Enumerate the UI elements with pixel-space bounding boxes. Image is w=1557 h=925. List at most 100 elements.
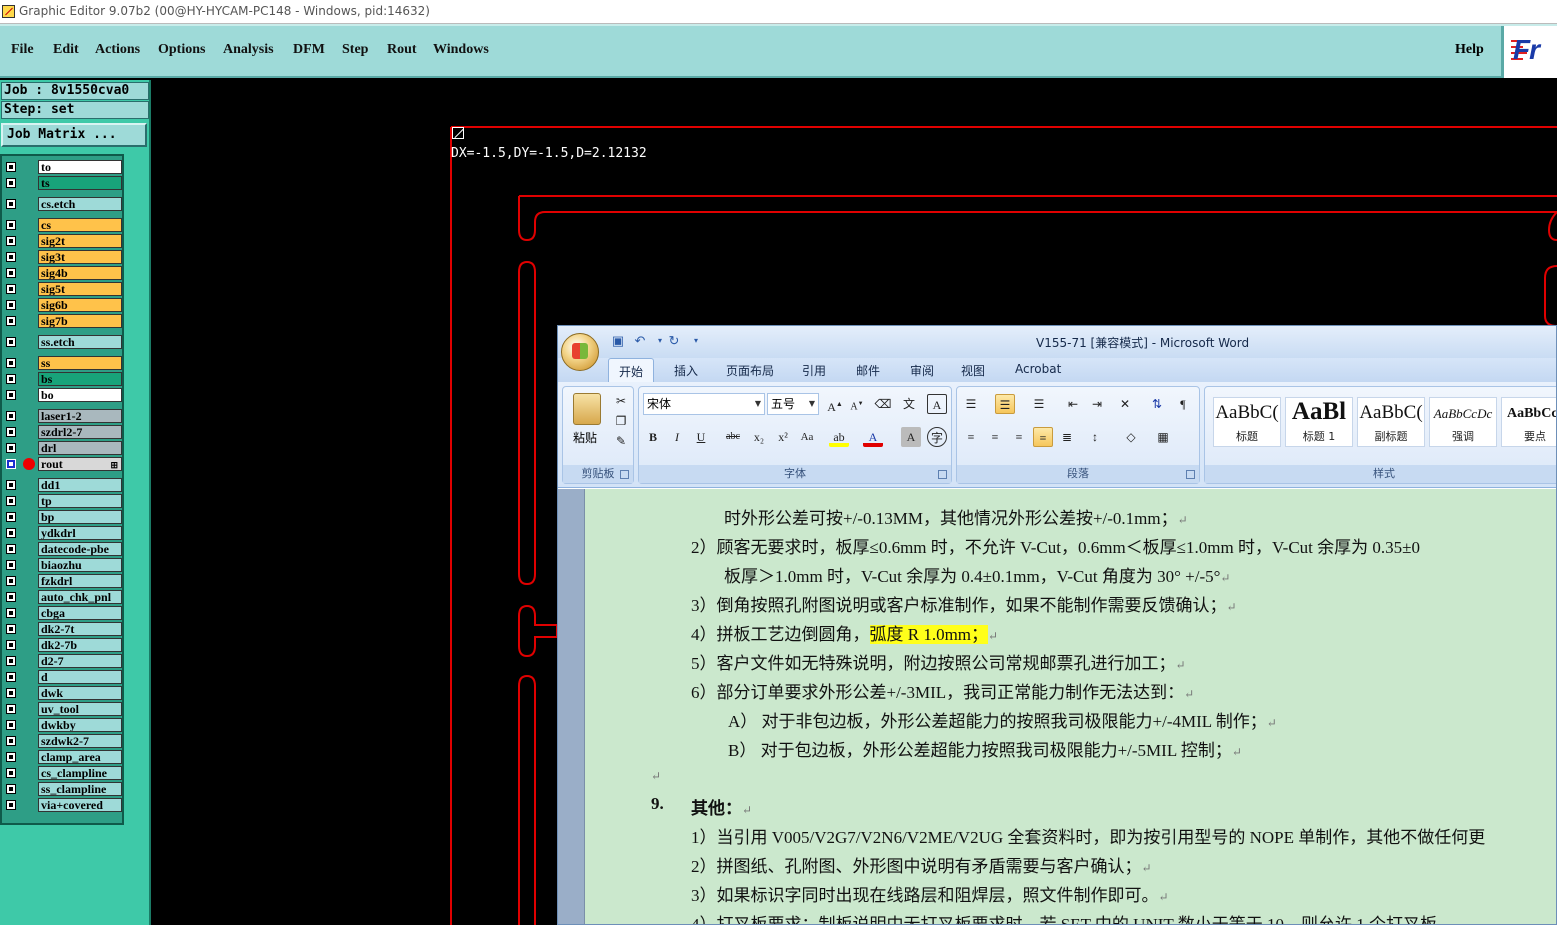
layer-row-auto_chk_pnl[interactable]: auto_chk_pnl [2,589,124,605]
layer-checkbox[interactable] [6,443,16,453]
redo-icon[interactable]: ↻ [666,333,682,349]
copy-icon[interactable]: ❐ [611,411,631,431]
layer-checkbox[interactable] [6,688,16,698]
font-color-icon[interactable]: A [863,427,883,447]
numbering-icon[interactable]: ☰ [995,394,1015,414]
layer-row-d[interactable]: d [2,669,124,685]
layer-checkbox[interactable] [6,624,16,634]
italic-icon[interactable]: I [667,427,687,447]
layer-name[interactable]: sig3t [38,250,122,264]
highlight-icon[interactable]: ab [829,427,849,447]
layer-row-ss[interactable]: ss [2,355,124,371]
layer-name[interactable]: dwkby [38,718,122,732]
layer-row-sig2t[interactable]: sig2t [2,233,124,249]
layer-row-datecode-pbe[interactable]: datecode-pbe [2,541,124,557]
layer-row-dd1[interactable]: dd1 [2,477,124,493]
layer-row-rout[interactable]: rout ⊞ [2,456,124,472]
sort-icon[interactable]: ⇅ [1147,394,1167,414]
menu-edit[interactable]: Edit [53,42,79,58]
multilevel-list-icon[interactable]: ☰ [1029,394,1049,414]
layer-checkbox[interactable] [6,220,16,230]
job-matrix-button[interactable]: Job Matrix ... [1,123,147,147]
layer-checkbox[interactable] [6,576,16,586]
layer-checkbox[interactable] [6,411,16,421]
menu-actions[interactable]: Actions [95,42,140,58]
layer-row-bo[interactable]: bo [2,387,124,403]
tab-view[interactable]: 视图 [961,362,985,379]
char-shading-icon[interactable]: A [901,427,921,447]
layer-name[interactable]: biaozhu [38,558,122,572]
save-icon[interactable]: ▣ [610,333,626,349]
tab-insert[interactable]: 插入 [674,362,698,379]
font-launcher-icon[interactable] [938,470,947,479]
font-size-select[interactable]: 五号 ▼ [767,393,819,415]
office-button[interactable] [561,333,599,371]
style-heading1[interactable]: AaBl 标题 1 [1285,397,1353,447]
layer-name[interactable]: d [38,670,122,684]
bullets-icon[interactable]: ☰ [961,394,981,414]
layer-checkbox[interactable] [6,374,16,384]
layer-row-ss.etch[interactable]: ss.etch [2,334,124,350]
layer-name[interactable]: fzkdrl [38,574,122,588]
layer-name[interactable]: sig4b [38,266,122,280]
shading-icon[interactable]: ◇ [1121,427,1141,447]
layer-row-cs.etch[interactable]: cs.etch [2,196,124,212]
tab-mailings[interactable]: 邮件 [856,362,880,379]
decrease-indent-icon[interactable]: ⇤ [1063,394,1083,414]
layer-row-laser1-2[interactable]: laser1-2 [2,408,124,424]
layer-row-via+covered[interactable]: via+covered [2,797,124,813]
distributed-icon[interactable]: ≣ [1057,427,1077,447]
char-border-icon[interactable]: A [927,394,947,414]
layer-checkbox[interactable] [6,800,16,810]
layer-checkbox[interactable] [6,459,16,469]
shrink-font-icon[interactable]: A▼ [847,394,867,414]
layer-checkbox[interactable] [6,480,16,490]
layer-name[interactable]: cs [38,218,122,232]
layer-checkbox[interactable] [6,736,16,746]
style-strong[interactable]: AaBbCcI要点 [1501,397,1556,447]
layer-checkbox[interactable] [6,528,16,538]
layer-checkbox[interactable] [6,720,16,730]
show-marks-icon[interactable]: ¶ [1173,394,1193,414]
layer-name[interactable]: szdwk2-7 [38,734,122,748]
layer-name[interactable]: laser1-2 [38,409,122,423]
menu-options[interactable]: Options [158,42,205,58]
paste-label[interactable]: 粘贴 [573,429,597,446]
layer-name[interactable]: ydkdrl [38,526,122,540]
layer-row-sig4b[interactable]: sig4b [2,265,124,281]
enclose-char-icon[interactable]: 字 [927,427,947,447]
layer-name[interactable]: auto_chk_pnl [38,590,122,604]
layer-checkbox[interactable] [6,178,16,188]
layer-row-sig5t[interactable]: sig5t [2,281,124,297]
layer-checkbox[interactable] [6,268,16,278]
layer-row-dk2-7t[interactable]: dk2-7t [2,621,124,637]
layer-row-clamp_area[interactable]: clamp_area [2,749,124,765]
layer-checkbox[interactable] [6,252,16,262]
tab-acrobat[interactable]: Acrobat [1015,362,1061,376]
layer-checkbox[interactable] [6,592,16,602]
clear-format-icon[interactable]: ⌫ [873,394,893,414]
menu-dfm[interactable]: DFM [293,42,325,58]
align-center-icon[interactable]: ≡ [985,427,1005,447]
justify-icon[interactable]: ≡ [1033,427,1053,447]
layer-checkbox[interactable] [6,544,16,554]
increase-indent-icon[interactable]: ⇥ [1087,394,1107,414]
layer-row-d2-7[interactable]: d2-7 [2,653,124,669]
font-name-select[interactable]: 宋体 ▼ [643,393,765,415]
layer-checkbox[interactable] [6,704,16,714]
layer-name[interactable]: tp [38,494,122,508]
layer-checkbox[interactable] [6,316,16,326]
layer-name[interactable]: ts [38,176,122,190]
cut-icon[interactable]: ✂ [611,391,631,411]
layer-checkbox[interactable] [6,284,16,294]
layer-name[interactable]: dwk [38,686,122,700]
layer-row-tp[interactable]: tp [2,493,124,509]
style-emphasis[interactable]: AaBbCcDc 强调 [1429,397,1497,447]
layer-row-ss_clampline[interactable]: ss_clampline [2,781,124,797]
layer-checkbox[interactable] [6,358,16,368]
bold-icon[interactable]: B [643,427,663,447]
layer-row-uv_tool[interactable]: uv_tool [2,701,124,717]
layer-row-biaozhu[interactable]: biaozhu [2,557,124,573]
layer-name[interactable]: cs_clampline [38,766,122,780]
layer-checkbox[interactable] [6,608,16,618]
